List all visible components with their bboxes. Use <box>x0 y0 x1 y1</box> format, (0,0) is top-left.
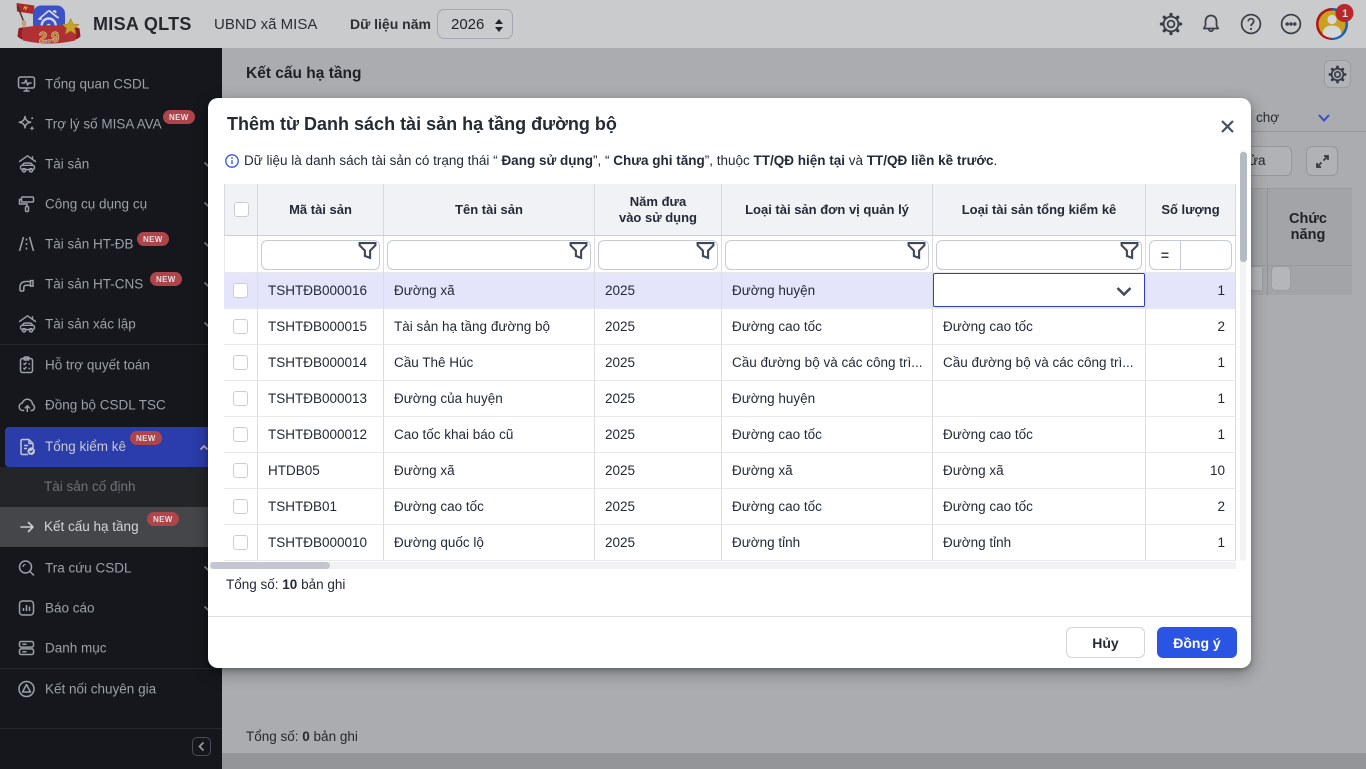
svg-text:2.9: 2.9 <box>39 30 59 46</box>
svg-text:1: 1 <box>1342 8 1348 20</box>
